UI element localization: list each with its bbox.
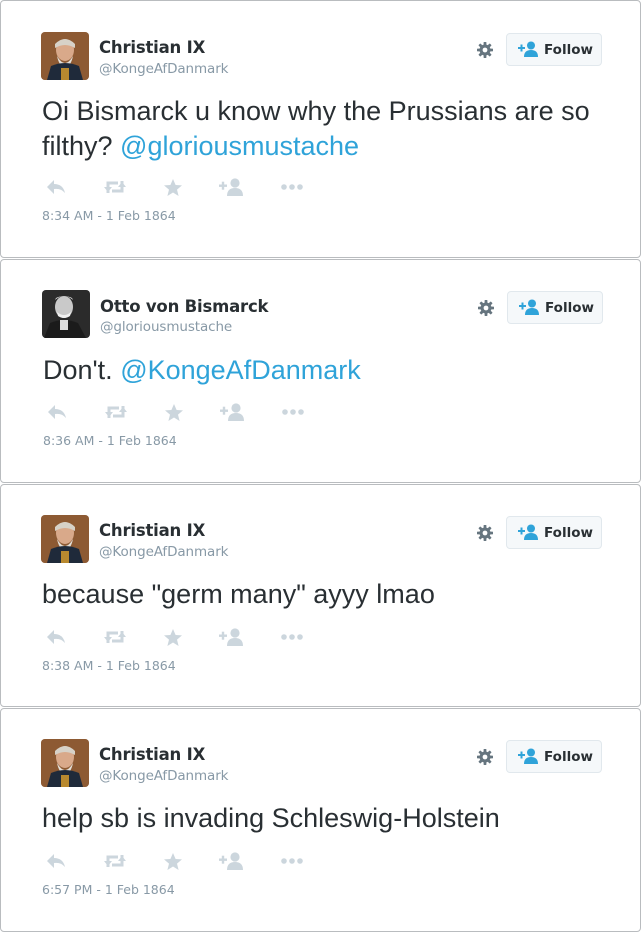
star-icon[interactable] [163, 178, 183, 197]
tweet-text-body: because "germ many" ayyy lmao [42, 579, 435, 609]
timestamp[interactable]: 8:36 AM - 1 Feb 1864 [43, 433, 177, 448]
gear-icon[interactable] [476, 298, 496, 318]
add-user-icon [518, 41, 538, 57]
follow-button[interactable]: Follow [506, 33, 602, 66]
follow-button[interactable]: Follow [506, 516, 602, 549]
tweet-text-body: help sb is invading Schleswig-Holstein [42, 803, 500, 833]
tweet-text: because "germ many" ayyy lmao [42, 577, 622, 612]
display-name[interactable]: Christian IX [99, 745, 205, 764]
add-user-icon[interactable] [219, 178, 245, 196]
username[interactable]: @gloriousmustache [100, 319, 232, 335]
tweet-text: Oi Bismarck u know why the Prussians are… [42, 94, 622, 164]
avatar[interactable] [42, 290, 90, 338]
gear-icon[interactable] [475, 523, 495, 543]
star-icon[interactable] [163, 628, 183, 647]
timestamp[interactable]: 8:38 AM - 1 Feb 1864 [42, 658, 176, 673]
avatar[interactable] [41, 739, 89, 787]
star-icon[interactable] [164, 403, 184, 422]
tweet-text: Don't. @KongeAfDanmark [43, 353, 623, 388]
timestamp[interactable]: 8:34 AM - 1 Feb 1864 [42, 208, 176, 223]
mention-link[interactable]: @gloriousmustache [120, 131, 359, 161]
follow-button[interactable]: Follow [507, 291, 603, 324]
display-name[interactable]: Christian IX [99, 521, 205, 540]
follow-label: Follow [544, 42, 593, 58]
follow-label: Follow [545, 300, 594, 316]
avatar[interactable] [41, 515, 89, 563]
avatar[interactable] [41, 32, 89, 80]
star-icon[interactable] [163, 852, 183, 871]
timestamp[interactable]: 6:57 PM - 1 Feb 1864 [42, 882, 175, 897]
follow-label: Follow [544, 749, 593, 765]
reply-icon[interactable] [46, 403, 68, 421]
display-name[interactable]: Otto von Bismarck [100, 297, 269, 316]
tweet-card: Christian IX @KongeAfDanmark Follow beca… [0, 484, 641, 707]
tweet-actions [46, 403, 316, 425]
more-dots-icon[interactable] [281, 178, 303, 196]
tweet-actions [45, 852, 315, 874]
username[interactable]: @KongeAfDanmark [99, 768, 229, 784]
more-dots-icon[interactable] [282, 403, 304, 421]
tweet-text-body: Don't. [43, 355, 121, 385]
gear-icon[interactable] [475, 40, 495, 60]
more-dots-icon[interactable] [281, 628, 303, 646]
add-user-icon[interactable] [219, 852, 245, 870]
reply-icon[interactable] [45, 178, 67, 196]
add-user-icon [519, 299, 539, 315]
mention-link[interactable]: @KongeAfDanmark [120, 355, 361, 385]
display-name[interactable]: Christian IX [99, 38, 205, 57]
username[interactable]: @KongeAfDanmark [99, 61, 229, 77]
retweet-icon[interactable] [104, 403, 128, 421]
reply-icon[interactable] [45, 628, 67, 646]
add-user-icon[interactable] [219, 628, 245, 646]
reply-icon[interactable] [45, 852, 67, 870]
follow-label: Follow [544, 525, 593, 541]
tweet-actions [45, 178, 315, 200]
tweet-actions [45, 628, 315, 650]
gear-icon[interactable] [475, 747, 495, 767]
username[interactable]: @KongeAfDanmark [99, 544, 229, 560]
tweet-card: Christian IX @KongeAfDanmark Follow help… [0, 708, 641, 932]
add-user-icon [518, 524, 538, 540]
more-dots-icon[interactable] [281, 852, 303, 870]
tweet-text: help sb is invading Schleswig-Holstein [42, 801, 622, 836]
retweet-icon[interactable] [103, 852, 127, 870]
retweet-icon[interactable] [103, 178, 127, 196]
tweet-card: Otto von Bismarck @gloriousmustache Foll… [0, 259, 641, 483]
tweet-card: Christian IX @KongeAfDanmark Follow Oi B… [0, 0, 641, 258]
follow-button[interactable]: Follow [506, 740, 602, 773]
add-user-icon [518, 748, 538, 764]
add-user-icon[interactable] [220, 403, 246, 421]
retweet-icon[interactable] [103, 628, 127, 646]
